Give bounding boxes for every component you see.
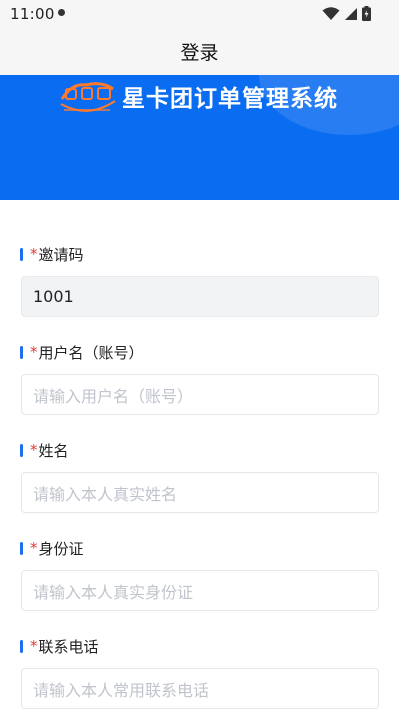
input-placeholder: 请输入本人常用联系电话 [33,680,210,700]
label-accent-bar [20,639,23,653]
status-time: 11:00 [10,5,55,23]
required-mark: * [30,539,38,557]
label-accent-bar [20,247,23,261]
label-accent-bar [20,443,23,457]
notification-dot-icon [58,9,65,16]
title-bar: 登录 [0,28,399,75]
id-card-input[interactable]: 请输入本人真实身份证 [21,570,379,611]
required-mark: * [30,245,38,263]
required-mark: * [30,343,38,361]
invite-code-input[interactable]: 1001 [21,276,379,317]
field-label: * 姓名 [20,440,69,460]
field-label: * 邀请码 [20,244,84,264]
required-mark: * [30,441,38,459]
field-label-text: 姓名 [38,441,69,460]
system-title: 星卡团订单管理系统 [122,86,338,112]
real-name-input[interactable]: 请输入本人真实姓名 [21,472,379,513]
hero-banner: 星卡团订单管理系统 [0,75,399,200]
brand-logo [60,82,116,112]
label-accent-bar [20,345,23,359]
phone-input[interactable]: 请输入本人常用联系电话 [21,668,379,709]
wifi-icon [322,7,340,20]
field-label: * 联系电话 [20,636,99,656]
required-mark: * [30,637,38,655]
signal-icon [345,8,357,20]
field-label: * 用户名（账号） [20,342,144,362]
input-value: 1001 [33,287,74,306]
input-placeholder: 请输入本人真实姓名 [33,484,178,504]
page-title: 登录 [180,42,219,64]
field-label: * 身份证 [20,538,84,558]
field-label-text: 联系电话 [38,637,99,656]
field-label-text: 身份证 [38,539,84,558]
battery-icon [362,6,371,21]
status-bar: 11:00 [0,0,399,28]
input-placeholder: 请输入本人真实身份证 [33,582,194,602]
label-accent-bar [20,541,23,555]
username-input[interactable]: 请输入用户名（账号） [21,374,379,415]
status-icons [322,6,371,21]
input-placeholder: 请输入用户名（账号） [33,386,194,406]
field-label-text: 用户名（账号） [38,343,144,362]
field-label-text: 邀请码 [38,245,84,264]
